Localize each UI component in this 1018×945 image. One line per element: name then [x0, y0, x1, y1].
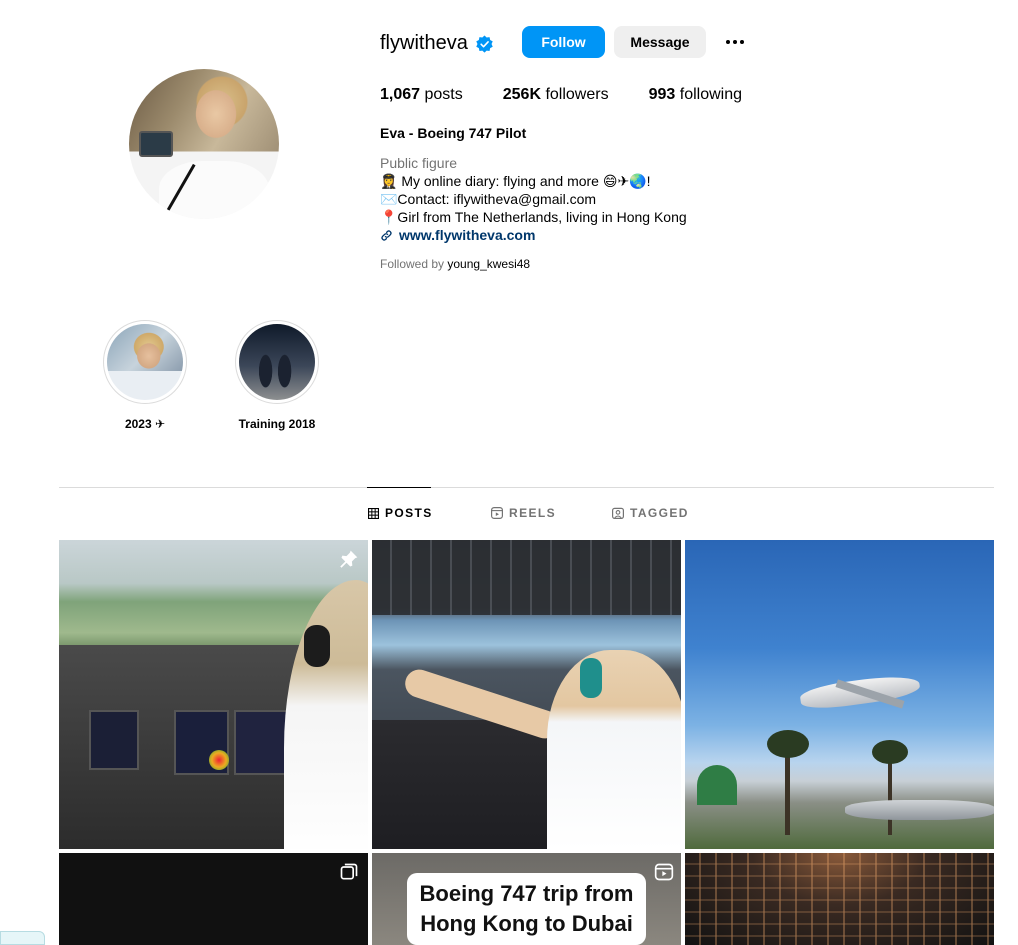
- bio-line: 👩‍✈️ My online diary: flying and more 😄✈…: [380, 173, 651, 189]
- followers-count: 256K: [502, 86, 541, 103]
- tab-label: TAGGED: [630, 506, 689, 520]
- posts-count: 1,067: [380, 86, 421, 103]
- profile-stats: 1,067 posts 256K followers 993 following: [380, 86, 782, 104]
- post-thumbnail[interactable]: [59, 540, 368, 849]
- post-thumbnail[interactable]: [59, 853, 368, 945]
- followers-stat[interactable]: 256K followers: [503, 86, 609, 104]
- story-highlight[interactable]: Training 2018: [235, 320, 319, 431]
- active-tab-indicator: [367, 487, 431, 488]
- tabs-divider: [59, 487, 994, 488]
- post-image-detail: [547, 650, 681, 849]
- story-highlight[interactable]: 2023 ✈: [103, 320, 187, 431]
- avatar-photo-detail: [159, 161, 269, 219]
- followed-by-prefix: Followed by: [380, 257, 448, 271]
- followers-label: followers: [545, 86, 609, 103]
- profile-category: Public figure: [380, 155, 458, 171]
- reel-icon: [654, 863, 674, 881]
- more-options-icon[interactable]: [722, 30, 748, 54]
- post-image-detail: [888, 755, 892, 835]
- post-image-detail: [845, 800, 994, 820]
- post-thumbnail[interactable]: [685, 853, 994, 945]
- tagged-icon: [612, 507, 624, 519]
- tab-label: REELS: [509, 506, 557, 520]
- grid-icon: [368, 507, 379, 519]
- tab-label: POSTS: [385, 506, 433, 520]
- post-image-detail: [284, 580, 368, 849]
- post-thumbnail[interactable]: [685, 540, 994, 849]
- posts-count-stat: 1,067 posts: [380, 86, 463, 104]
- post-image-detail: [580, 658, 602, 698]
- verified-badge-icon: [476, 35, 493, 53]
- bio-line: ✉️Contact: iflywitheva@gmail.com: [380, 191, 597, 207]
- post-image-detail: [697, 765, 737, 805]
- highlight-ring: [103, 320, 187, 404]
- tab-posts[interactable]: POSTS: [368, 506, 433, 520]
- post-image-detail: [234, 710, 289, 775]
- following-label: following: [679, 86, 743, 103]
- followed-by-user: young_kwesi48: [447, 257, 531, 271]
- highlight-cover: [239, 324, 315, 400]
- link-icon: [381, 229, 392, 241]
- website-url: www.flywitheva.com: [399, 227, 536, 243]
- profile-username: flywitheva: [380, 32, 468, 54]
- follow-button[interactable]: Follow: [522, 26, 605, 58]
- post-thumbnail[interactable]: [372, 540, 681, 849]
- post-image-detail: [872, 740, 908, 764]
- reels-icon: [491, 507, 503, 519]
- post-image-detail: [785, 745, 790, 835]
- avatar-photo-detail: [139, 131, 173, 157]
- message-button[interactable]: Message: [614, 26, 706, 58]
- profile-full-name: Eva - Boeing 747 Pilot: [380, 125, 527, 141]
- posts-label: posts: [424, 86, 463, 103]
- post-image-detail: [372, 540, 681, 615]
- followed-by[interactable]: Followed by young_kwesi48: [380, 257, 530, 271]
- corner-widget[interactable]: [0, 931, 45, 945]
- dot-icon: [740, 40, 744, 44]
- dot-icon: [726, 40, 730, 44]
- following-count: 993: [648, 86, 676, 103]
- post-image-detail: [767, 730, 809, 758]
- highlight-ring: [235, 320, 319, 404]
- post-image-detail: [89, 710, 139, 770]
- website-link[interactable]: www.flywitheva.com: [380, 227, 535, 243]
- bio-line: 📍Girl from The Netherlands, living in Ho…: [380, 209, 687, 225]
- tab-tagged[interactable]: TAGGED: [612, 506, 689, 520]
- post-image-detail: [209, 750, 229, 770]
- reel-title-text: Boeing 747 trip from Hong Kong to Dubai: [407, 873, 646, 945]
- tab-reels[interactable]: REELS: [491, 506, 556, 520]
- highlight-label: Training 2018: [238, 417, 316, 431]
- highlight-cover: [107, 324, 183, 400]
- post-image-detail: [685, 853, 994, 945]
- post-thumbnail[interactable]: Boeing 747 trip from Hong Kong to Dubai: [372, 853, 681, 945]
- post-image-detail: [304, 625, 330, 667]
- profile-avatar[interactable]: [129, 69, 279, 219]
- carousel-icon: [340, 863, 358, 880]
- dot-icon: [733, 40, 737, 44]
- highlight-label: 2023 ✈: [124, 417, 166, 431]
- pin-icon: [340, 550, 358, 568]
- following-stat[interactable]: 993 following: [649, 86, 742, 104]
